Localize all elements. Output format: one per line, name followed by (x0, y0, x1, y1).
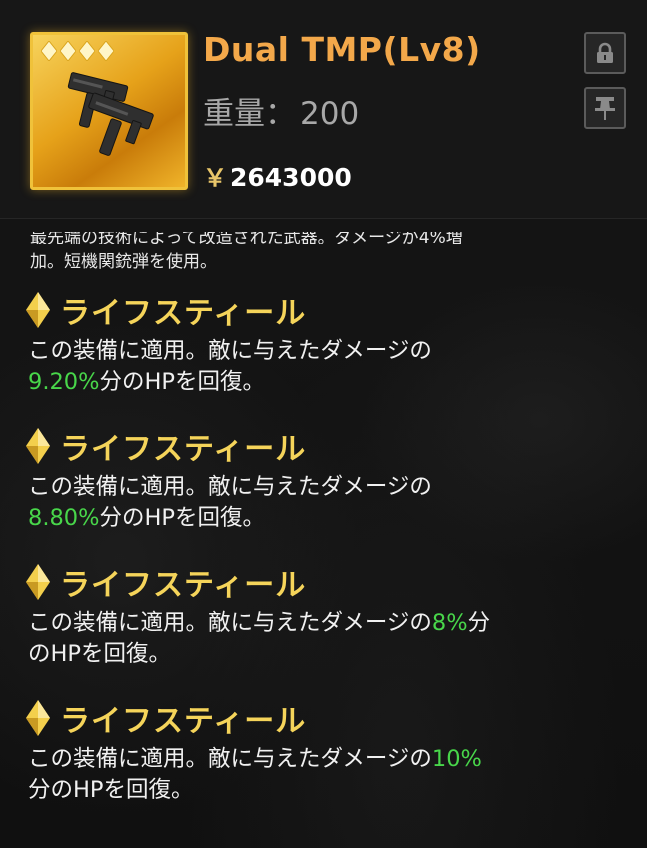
diamond-icon (26, 292, 50, 328)
rarity-diamond-icon (79, 41, 95, 61)
skill-entry: ライフスティール この装備に適用。敵に与えたダメージの10% 分のHPを回復。 (24, 698, 634, 806)
skill-description: この装備に適用。敵に与えたダメージの 9.20%分のHPを回復。 (28, 338, 432, 395)
skill-entry: ライフスティール この装備に適用。敵に与えたダメージの 8.80%分のHPを回復… (24, 426, 634, 534)
rarity-diamond-icon (60, 41, 76, 61)
skill-entry: ライフスティール この装備に適用。敵に与えたダメージの8%分 のHPを回復。 (24, 562, 634, 670)
skill-description: この装備に適用。敵に与えたダメージの 8.80%分のHPを回復。 (28, 474, 432, 531)
lock-button[interactable] (584, 32, 626, 74)
rarity-stars (41, 41, 114, 61)
currency-symbol: ￥ (203, 164, 227, 192)
pin-button[interactable] (584, 87, 626, 129)
skill-value: 8% (431, 610, 468, 636)
skill-name: ライフスティール (60, 432, 307, 467)
skill-name: ライフスティール (60, 704, 307, 739)
item-header: Dual TMP(Lv8) 重量： 200 ￥ 2643000 (0, 0, 647, 219)
skill-description: この装備に適用。敵に与えたダメージの10% 分のHPを回復。 (28, 746, 482, 803)
description-line: 加。短機関銃弾を使用。 (30, 252, 217, 272)
lock-icon (597, 42, 613, 63)
skill-value: 8.80% (28, 505, 100, 531)
skill-value: 10% (431, 746, 482, 772)
item-detail-panel: Dual TMP(Lv8) 重量：200 ￥ 2643000 最先端の技術によ (0, 0, 647, 848)
skill-name: ライフスティール (60, 568, 307, 603)
weight-value: 200 (300, 96, 360, 132)
diamond-icon (26, 428, 50, 464)
pin-icon (595, 97, 615, 120)
diamond-icon (26, 564, 50, 600)
diamond-icon (26, 700, 50, 736)
skill-name: ライフスティール (60, 296, 307, 331)
weight-label: 重量： (203, 96, 296, 132)
rarity-diamond-icon (98, 41, 114, 61)
rarity-diamond-icon (41, 41, 57, 61)
skill-entry: ライフスティール この装備に適用。敵に与えたダメージの 9.20%分のHPを回復… (24, 290, 634, 398)
item-price: ￥ 2643000 (203, 158, 352, 193)
item-name: Dual TMP(Lv8) (203, 30, 481, 69)
item-weight: 重量： 200 (203, 88, 359, 133)
skill-value: 9.20% (28, 369, 100, 395)
dual-smg-icon (67, 72, 154, 156)
item-thumbnail (30, 32, 188, 190)
price-value: 2643000 (230, 163, 352, 192)
skill-description: この装備に適用。敵に与えたダメージの8%分 のHPを回復。 (28, 610, 491, 667)
description-cut-line: 最先端の技術によって改造された武器。ダメージが4%増 (30, 232, 463, 244)
